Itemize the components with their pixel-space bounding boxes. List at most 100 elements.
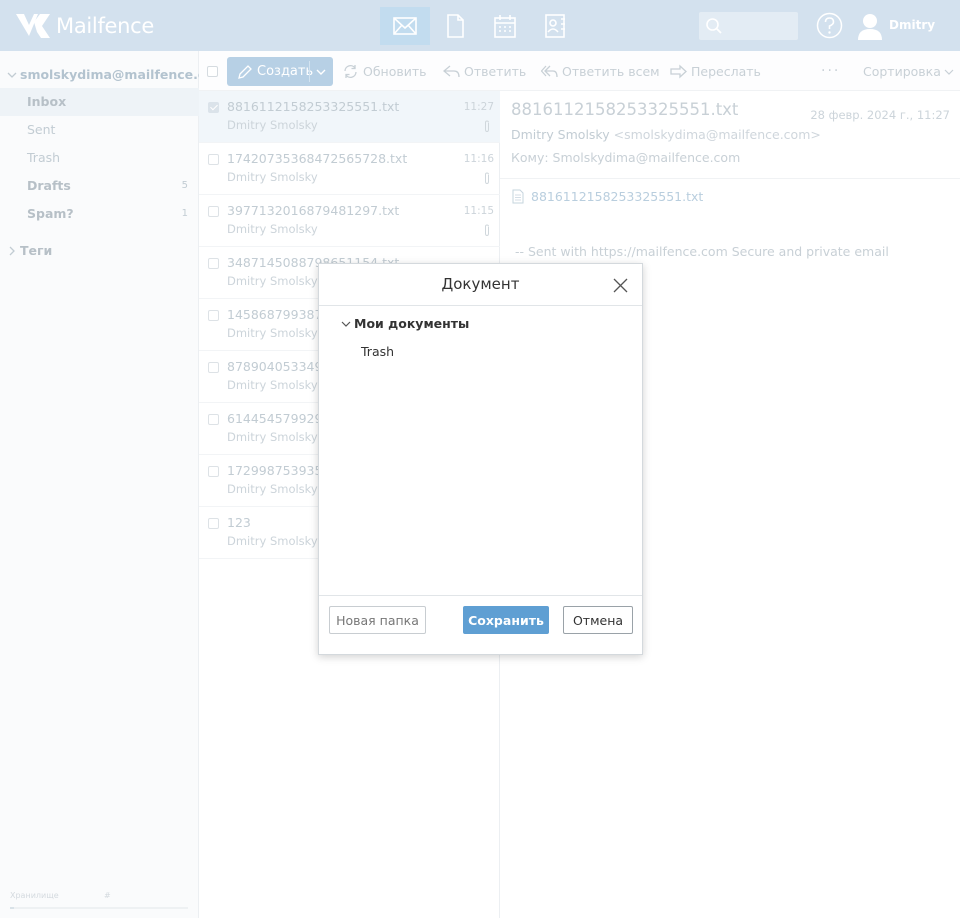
document-dialog: Документ Мои документы Trash Новая папка… — [318, 263, 643, 655]
tree-item-trash[interactable]: Trash — [361, 344, 394, 359]
message-checkbox[interactable] — [208, 206, 219, 217]
message-row-sender: Dmitry Smolsky — [227, 482, 318, 496]
reply-button[interactable]: Ответить — [443, 64, 526, 79]
account-toggle[interactable]: smolskydima@mailfence.com — [7, 67, 227, 82]
message-row-subject: 17420735368472565728.txt — [227, 151, 408, 166]
sort-label: Сортировка — [863, 64, 941, 79]
reply-all-label: Ответить всем — [562, 64, 660, 79]
folder-drafts[interactable]: Drafts 5 — [0, 172, 199, 200]
folder-sent[interactable]: Sent — [0, 116, 199, 144]
sidebar: smolskydima@mailfence.com Inbox Sent Tra… — [0, 51, 227, 918]
cancel-button[interactable]: Отмена — [563, 606, 633, 634]
folder-label: Inbox — [27, 94, 67, 109]
storage-fill — [10, 907, 14, 909]
message-row-sender: Dmitry Smolsky — [227, 534, 318, 548]
mailfence-logo-icon — [16, 14, 50, 38]
tree-item-my-documents[interactable]: Мои документы — [341, 316, 469, 331]
top-bar: Mailfence Dmitry — [0, 0, 960, 51]
app-calendar-button[interactable] — [480, 7, 530, 45]
message-checkbox[interactable] — [208, 518, 219, 529]
paperclip-icon — [485, 224, 489, 237]
chevron-down-icon — [341, 321, 351, 327]
sort-button[interactable]: Сортировка — [863, 64, 954, 79]
app-mail-button[interactable] — [380, 7, 430, 45]
message-checkbox[interactable] — [208, 466, 219, 477]
message-checkbox[interactable] — [208, 102, 219, 113]
message-row-sender: Dmitry Smolsky — [227, 326, 318, 340]
folder-count: 1 — [181, 208, 188, 219]
tags-toggle[interactable]: Теги — [8, 243, 52, 258]
chevron-down-icon — [7, 72, 17, 78]
account-email: smolskydima@mailfence.com — [20, 67, 227, 82]
chevron-down-icon — [944, 69, 954, 75]
storage-bar — [10, 907, 188, 909]
refresh-icon — [344, 65, 357, 78]
tree-item-label: Мои документы — [354, 316, 470, 331]
storage-label: Хранилище — [10, 891, 59, 900]
divider — [319, 595, 642, 596]
message-row-subject: 8816112158253325551.txt — [227, 99, 400, 114]
folder-inbox[interactable]: Inbox — [0, 88, 199, 116]
calendar-icon — [494, 15, 516, 38]
folder-label: Trash — [27, 150, 61, 165]
message-checkbox[interactable] — [208, 258, 219, 269]
message-date: 28 февр. 2024 г., 11:27 — [810, 108, 950, 122]
reply-icon — [443, 65, 460, 78]
brand-name: Mailfence — [56, 14, 155, 38]
refresh-label: Обновить — [363, 64, 427, 79]
message-sender: Dmitry Smolsky <smolskydima@mailfence.co… — [511, 127, 821, 142]
message-row-sender: Dmitry Smolsky — [227, 222, 318, 236]
avatar[interactable] — [857, 12, 883, 40]
message-row-subject: 1458687993870 — [227, 307, 331, 322]
message-row-subject: 3977132016879481297.txt — [227, 203, 400, 218]
message-checkbox[interactable] — [208, 362, 219, 373]
create-button[interactable]: Создать — [227, 57, 333, 86]
folder-trash[interactable]: Trash — [0, 144, 199, 172]
message-row-subject: 123 — [227, 515, 251, 530]
app-contacts-button[interactable] — [530, 7, 580, 45]
reply-all-icon — [541, 65, 558, 78]
file-icon — [512, 189, 524, 204]
message-row-sender: Dmitry Smolsky — [227, 430, 318, 444]
refresh-button[interactable]: Обновить — [342, 64, 427, 79]
save-button[interactable]: Сохранить — [463, 606, 549, 634]
message-row-time: 11:27 — [463, 101, 494, 113]
message-checkbox[interactable] — [208, 154, 219, 165]
document-icon — [447, 14, 464, 38]
new-folder-button[interactable]: Новая папка — [329, 606, 426, 634]
message-row[interactable]: 17420735368472565728.txt Dmitry Smolsky 11… — [199, 143, 500, 195]
close-icon[interactable] — [613, 278, 628, 293]
message-row-sender: Dmitry Smolsky — [227, 274, 318, 288]
message-subject: 8816112158253325551.txt — [511, 100, 739, 119]
divider — [319, 305, 642, 306]
message-row-sender: Dmitry Smolsky — [227, 170, 318, 184]
message-row-sender: Dmitry Smolsky — [227, 118, 318, 132]
message-checkbox[interactable] — [208, 310, 219, 321]
message-checkbox[interactable] — [208, 414, 219, 425]
sender-email: <smolskydima@mailfence.com> — [613, 127, 821, 142]
username[interactable]: Dmitry — [889, 18, 935, 32]
more-button[interactable]: ··· — [821, 63, 840, 79]
app-documents-button[interactable] — [430, 7, 480, 45]
select-all-checkbox[interactable] — [207, 66, 218, 77]
chevron-down-icon[interactable] — [315, 66, 327, 78]
search-input[interactable] — [699, 12, 798, 40]
forward-label: Переслать — [691, 64, 761, 79]
help-icon[interactable] — [816, 12, 843, 39]
chevron-right-icon — [9, 246, 15, 255]
message-row-subject: 6144545799290 — [227, 411, 331, 426]
reply-all-button[interactable]: Ответить всем — [541, 64, 660, 79]
folder-count: 5 — [181, 180, 188, 191]
message-row[interactable]: 8816112158253325551.txt Dmitry Smolsky 11:… — [199, 91, 500, 143]
message-row[interactable]: 3977132016879481297.txt Dmitry Smolsky 11:… — [199, 195, 500, 247]
logo[interactable]: Mailfence — [15, 12, 154, 40]
attachment-name: 8816112158253325551.txt — [531, 189, 704, 204]
attachment-link[interactable]: 8816112158253325551.txt — [512, 189, 703, 204]
dialog-title: Документ — [441, 275, 520, 293]
toolbar: Создать Обновить Ответить Ответить всем … — [199, 51, 960, 91]
reply-label: Ответить — [464, 64, 527, 79]
forward-button[interactable]: Переслать — [670, 64, 761, 79]
message-body: -- Sent with https://mailfence.com Secur… — [515, 244, 889, 259]
folder-spam[interactable]: Spam? 1 — [0, 200, 199, 228]
sender-name[interactable]: Dmitry Smolsky — [511, 127, 610, 142]
